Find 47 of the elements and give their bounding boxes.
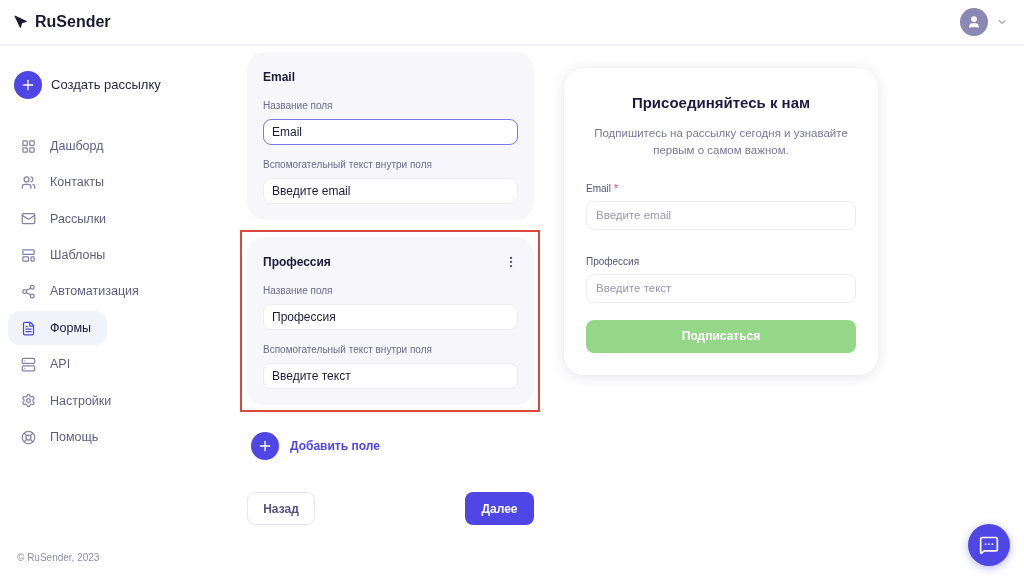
nav-item[interactable]: Дашборд: [8, 129, 116, 164]
input-field[interactable]: Введите email: [586, 200, 856, 230]
nav-item[interactable]: Автоматизация: [8, 274, 151, 309]
logo-text: RuSender: [35, 12, 111, 32]
field-label: Название поля: [263, 99, 334, 113]
nav-item[interactable]: Шаблоны: [8, 238, 118, 273]
field-label: Вспомогательный текст внутри поля: [263, 158, 433, 172]
nav-item[interactable]: Формы: [8, 310, 107, 346]
input-field[interactable]: Введите email: [263, 178, 518, 204]
users-icon: [21, 175, 36, 191]
field-label: Вспомогательный текст внутри поля: [263, 343, 433, 357]
nav-item[interactable]: API: [8, 347, 107, 382]
lifebuoy-icon: [21, 429, 36, 445]
preview-subtitle: Подпишитесь на рассылку сегодня и узнавайте первым о самом важном.: [593, 125, 849, 158]
grid-icon: [21, 138, 36, 154]
plus-icon: [20, 77, 36, 93]
create-campaign-button[interactable]: Создать рассылку: [14, 71, 230, 99]
copyright-text: © RuSender, 2023: [17, 551, 101, 565]
preview-title: Присоединяйтесь к нам: [630, 93, 812, 113]
input-field[interactable]: Email: [263, 119, 518, 145]
back-button[interactable]: Назад: [247, 492, 315, 525]
input-field[interactable]: Введите текст: [586, 273, 856, 303]
card-title: Профессия: [263, 254, 331, 271]
field-label: Email: [586, 181, 611, 196]
next-button[interactable]: Далее: [465, 492, 534, 525]
logo-icon: [14, 15, 28, 29]
plus-icon: [257, 438, 273, 454]
nodes-icon: [21, 284, 36, 300]
input-field[interactable]: Введите текст: [263, 363, 518, 389]
input-field[interactable]: Профессия: [263, 304, 518, 330]
avatar[interactable]: [960, 8, 988, 36]
card-title: Email: [263, 69, 295, 86]
field-label: Название поля: [263, 284, 334, 298]
nav-item[interactable]: Рассылки: [8, 201, 119, 237]
nav-item[interactable]: Помощь: [8, 420, 111, 455]
nav-item[interactable]: Настройки: [8, 383, 124, 419]
document-icon: [21, 320, 36, 336]
chat-button[interactable]: [968, 524, 1010, 566]
required-asterisk: *: [614, 181, 618, 196]
server-icon: [21, 357, 36, 373]
field-label: Профессия: [586, 254, 640, 269]
nav-item[interactable]: Контакты: [8, 165, 116, 200]
envelope-icon: [21, 211, 36, 227]
settings-icon: [21, 393, 36, 409]
template-icon: [21, 247, 36, 263]
add-field-button[interactable]: Добавить поле: [251, 432, 380, 460]
chat-icon: [979, 535, 999, 555]
